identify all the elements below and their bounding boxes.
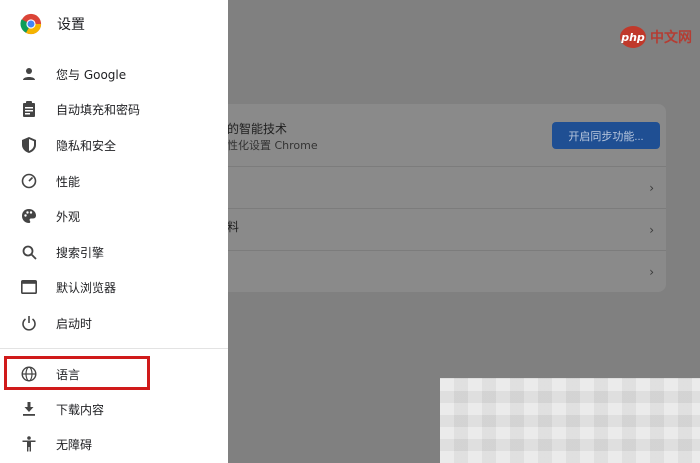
card-row-2[interactable]: › (203, 208, 666, 251)
chevron-right-icon: › (649, 223, 654, 237)
sidebar-item-appearance[interactable]: 外观 (0, 199, 228, 233)
card-row-2-label: 料 (227, 220, 240, 234)
chevron-right-icon: › (649, 181, 654, 195)
sidebar-item-label: 您与 Google (56, 67, 127, 82)
speedometer-icon (20, 172, 38, 190)
sidebar-item-accessibility[interactable]: 无障碍 (0, 427, 228, 461)
settings-card: 的智能技术 性化设置 Chrome 开启同步功能... › › 料 › (203, 104, 666, 292)
accessibility-icon (20, 435, 38, 453)
sidebar-item-on-startup[interactable]: 启动时 (0, 306, 228, 340)
sidebar-item-label: 隐私和安全 (56, 138, 117, 153)
sidebar-item-performance[interactable]: 性能 (0, 164, 228, 198)
chevron-right-icon: › (649, 265, 654, 279)
search-icon (20, 243, 38, 261)
sidebar-item-label: 搜索引擎 (56, 245, 105, 260)
settings-sidebar: 设置 您与 Google 自动填充和密码 隐私和安全 性能 外观 搜索引擎 默认… (0, 0, 228, 463)
sidebar-item-downloads[interactable]: 下载内容 (0, 392, 228, 426)
sidebar-item-autofill[interactable]: 自动填充和密码 (0, 92, 228, 126)
sidebar-header: 设置 (20, 13, 85, 35)
watermark-logo: php (620, 26, 646, 48)
sidebar-item-search-engine[interactable]: 搜索引擎 (0, 235, 228, 269)
sync-subtitle: 性化设置 Chrome (227, 139, 318, 152)
sidebar-item-label: 性能 (56, 174, 81, 189)
sidebar-item-label: 自动填充和密码 (56, 102, 141, 117)
card-row-1[interactable]: › (203, 166, 666, 209)
page-title: 设置 (57, 17, 85, 33)
sidebar-item-you-and-google[interactable]: 您与 Google (0, 57, 228, 91)
pixelated-region (440, 378, 700, 463)
palette-icon (20, 207, 38, 225)
chrome-logo-icon (20, 13, 42, 35)
clipboard-icon (20, 100, 38, 118)
sidebar-divider (0, 348, 228, 349)
sidebar-item-label: 启动时 (56, 316, 93, 331)
card-row-3[interactable]: › (203, 250, 666, 292)
browser-window-icon (20, 278, 38, 296)
watermark-text: 中文网 (650, 30, 692, 46)
shield-icon (20, 136, 38, 154)
person-icon (20, 65, 38, 83)
sidebar-item-label: 外观 (56, 209, 81, 224)
highlight-box (4, 356, 150, 390)
sidebar-item-label: 默认浏览器 (56, 280, 117, 295)
watermark: php 中文网 (620, 26, 692, 48)
sidebar-item-default-browser[interactable]: 默认浏览器 (0, 270, 228, 304)
power-icon (20, 314, 38, 332)
sidebar-item-privacy[interactable]: 隐私和安全 (0, 128, 228, 162)
turn-on-sync-button[interactable]: 开启同步功能... (552, 122, 660, 149)
sidebar-item-label: 下载内容 (56, 402, 105, 417)
sync-title: 的智能技术 (227, 122, 288, 136)
download-icon (20, 400, 38, 418)
sidebar-item-label: 无障碍 (56, 437, 93, 452)
